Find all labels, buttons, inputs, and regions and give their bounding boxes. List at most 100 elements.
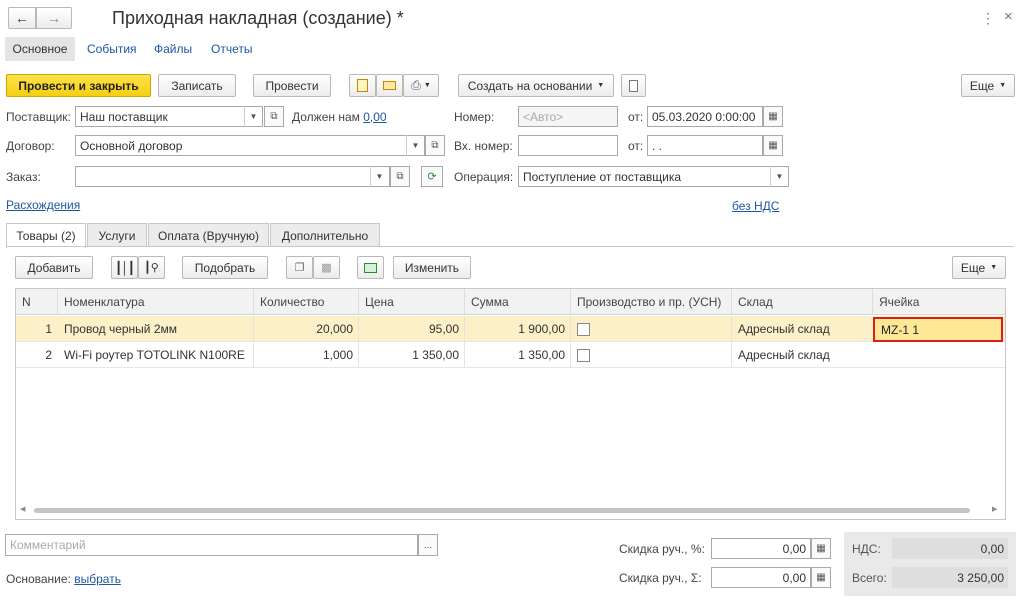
close-icon[interactable]: ×: [1004, 8, 1013, 25]
supplier-open-button[interactable]: ⧉: [264, 106, 284, 127]
item-price[interactable]: 95,00: [359, 316, 465, 342]
item-name[interactable]: Провод черный 2мм: [58, 316, 254, 342]
col-price[interactable]: Цена: [359, 289, 465, 315]
calculator-icon: ▦: [816, 572, 826, 583]
create-based-on-button[interactable]: Создать на основании ▼: [458, 74, 614, 97]
paste-icon: ▩: [321, 262, 332, 274]
barcode-search-button[interactable]: ┃⚲: [138, 256, 165, 279]
table-more-button[interactable]: Еще ▼: [952, 256, 1006, 279]
nav-tab-files[interactable]: Файлы: [154, 42, 192, 56]
item-qty[interactable]: 20,000: [254, 316, 359, 342]
horizontal-scrollbar[interactable]: [34, 508, 970, 513]
comment-expand-button[interactable]: ...: [418, 534, 438, 556]
production-checkbox[interactable]: [577, 322, 590, 336]
order-fill-button[interactable]: ⟳: [421, 166, 443, 187]
back-button[interactable]: ←: [8, 7, 36, 29]
tab-additional[interactable]: Дополнительно: [270, 223, 380, 247]
post-button[interactable]: Провести: [253, 74, 331, 97]
nav-tab-reports[interactable]: Отчеты: [211, 42, 252, 56]
copy-icon: ❐: [294, 262, 305, 274]
item-sum[interactable]: 1 350,00: [465, 342, 571, 368]
supplier-dropdown[interactable]: ▼: [244, 106, 262, 127]
in-number-label: Вх. номер:: [454, 139, 513, 153]
structure-button[interactable]: [349, 74, 376, 97]
open-window-icon: ⧉: [270, 111, 278, 122]
basis-label: Основание: выбрать: [6, 572, 121, 586]
scroll-left-icon[interactable]: ◀: [20, 505, 25, 513]
col-sum[interactable]: Сумма: [465, 289, 571, 315]
tab-goods[interactable]: Товары (2): [6, 223, 86, 248]
fill-button[interactable]: [357, 256, 384, 279]
ellipsis-icon: ...: [423, 539, 433, 551]
contract-field[interactable]: Основной договор: [75, 135, 425, 156]
col-n[interactable]: N: [16, 289, 58, 315]
forward-button[interactable]: →: [36, 7, 72, 29]
save-button[interactable]: Записать: [158, 74, 236, 97]
col-cell[interactable]: Ячейка: [873, 289, 1005, 315]
production-checkbox[interactable]: [577, 348, 590, 362]
item-price[interactable]: 1 350,00: [359, 342, 465, 368]
in-date-field[interactable]: . .: [647, 135, 763, 156]
vat-mode-link[interactable]: без НДС: [732, 199, 779, 213]
in-number-field[interactable]: [518, 135, 618, 156]
col-item[interactable]: Номенклатура: [58, 289, 254, 315]
post-and-close-button[interactable]: Провести и закрыть: [6, 74, 151, 97]
more-button[interactable]: Еще ▼: [961, 74, 1015, 97]
contract-open-button[interactable]: ⧉: [425, 135, 445, 156]
number-label: Номер:: [454, 110, 495, 124]
supplier-label: Поставщик:: [6, 110, 71, 124]
scroll-right-icon[interactable]: ▶: [992, 505, 997, 513]
owes-us-value[interactable]: 0,00: [363, 110, 386, 124]
date-calendar-button[interactable]: ▦: [763, 106, 783, 127]
more-actions-icon[interactable]: ⋮: [981, 10, 995, 27]
change-button[interactable]: Изменить: [393, 256, 471, 279]
item-cell[interactable]: [873, 342, 1005, 368]
number-field[interactable]: <Авто>: [518, 106, 618, 127]
order-open-button[interactable]: ⧉: [390, 166, 410, 187]
tab-services[interactable]: Услуги: [87, 223, 147, 247]
create-based-on-label: Создать на основании: [467, 78, 593, 93]
barcode-button[interactable]: ┃│┃: [111, 256, 138, 279]
paste-row-button[interactable]: ▩: [313, 256, 340, 279]
email-button[interactable]: [376, 74, 403, 97]
discrepancies-link[interactable]: Расхождения: [6, 198, 80, 212]
tab-payment[interactable]: Оплата (Вручную): [148, 223, 269, 247]
nav-tab-main[interactable]: Основное: [5, 37, 75, 61]
order-dropdown[interactable]: ▼: [370, 166, 388, 187]
item-cell[interactable]: MZ-1 1: [873, 317, 1003, 342]
calendar-icon: ▦: [768, 111, 778, 122]
basis-select-link[interactable]: выбрать: [74, 572, 121, 586]
discount-pct-calc-button[interactable]: ▦: [811, 538, 831, 559]
operation-field[interactable]: Поступление от поставщика: [518, 166, 789, 187]
col-qty[interactable]: Количество: [254, 289, 359, 315]
item-qty[interactable]: 1,000: [254, 342, 359, 368]
contract-dropdown[interactable]: ▼: [406, 135, 424, 156]
number-placeholder: <Авто>: [523, 109, 564, 124]
item-name[interactable]: Wi-Fi роутер TOTOLINK N100RE: [58, 342, 254, 368]
calculator-icon: ▦: [816, 543, 826, 554]
operation-dropdown[interactable]: ▼: [770, 166, 788, 187]
table-green-icon: [364, 262, 377, 273]
col-warehouse[interactable]: Склад: [732, 289, 873, 315]
supplier-field[interactable]: Наш поставщик: [75, 106, 263, 127]
copy-row-button[interactable]: ❐: [286, 256, 313, 279]
chevron-down-icon: ▼: [999, 82, 1007, 89]
col-production[interactable]: Производство и пр. (УСН): [571, 289, 732, 315]
more-button-label: Еще: [969, 78, 995, 93]
comment-field[interactable]: Комментарий: [5, 534, 418, 556]
discount-pct-label: Скидка руч., %:: [619, 542, 705, 556]
nav-tab-events[interactable]: События: [87, 42, 137, 56]
discount-sum-field[interactable]: 0,00: [711, 567, 811, 588]
item-sum[interactable]: 1 900,00: [465, 316, 571, 342]
discount-sum-calc-button[interactable]: ▦: [811, 567, 831, 588]
date-field[interactable]: 05.03.2020 0:00:00: [647, 106, 763, 127]
add-row-button[interactable]: Добавить: [15, 256, 93, 279]
print-button[interactable]: ⎙ ▼: [403, 74, 439, 97]
discount-pct-field[interactable]: 0,00: [711, 538, 811, 559]
order-field[interactable]: [75, 166, 390, 187]
item-warehouse[interactable]: Адресный склад: [732, 316, 873, 342]
report-button[interactable]: [621, 74, 646, 97]
pick-button[interactable]: Подобрать: [182, 256, 268, 279]
item-warehouse[interactable]: Адресный склад: [732, 342, 873, 368]
in-date-calendar-button[interactable]: ▦: [763, 135, 783, 156]
